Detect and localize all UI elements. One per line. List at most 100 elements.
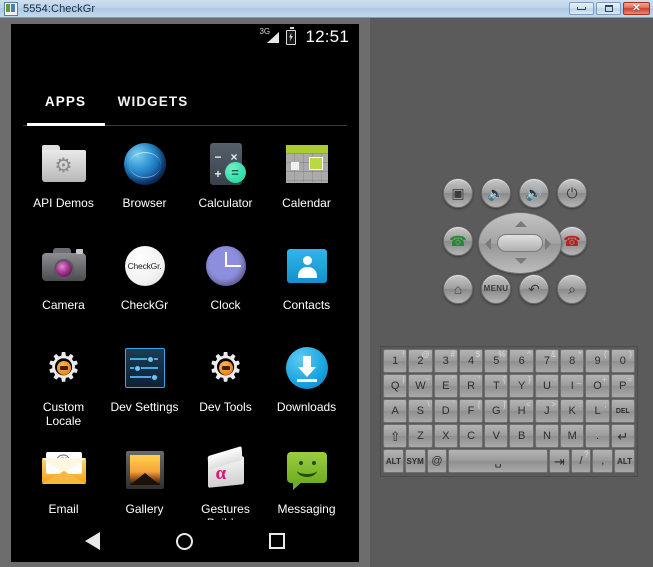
- key-d[interactable]: D `: [433, 399, 458, 423]
- maximize-icon: [604, 5, 613, 12]
- key-s[interactable]: S \: [408, 399, 433, 423]
- dpad-center-button[interactable]: [497, 234, 543, 252]
- keyboard-row-bottom-letters: ⇧ Z X C V B N M . ↵: [383, 424, 635, 448]
- key-q[interactable]: Q |: [383, 374, 408, 398]
- key-p[interactable]: P =: [610, 374, 635, 398]
- key-3[interactable]: 3 #: [433, 349, 458, 373]
- key-space[interactable]: ␣: [448, 449, 548, 473]
- key-shift[interactable]: ⇧: [383, 424, 408, 448]
- dpad-up-icon[interactable]: [515, 221, 527, 227]
- app-label: Browser: [122, 196, 167, 210]
- gallery-icon: [121, 446, 169, 494]
- key-g[interactable]: G]: [484, 399, 509, 423]
- back-button[interactable]: ↶: [519, 274, 549, 304]
- key-j[interactable]: J >: [534, 399, 560, 423]
- key-f[interactable]: F[: [458, 399, 484, 423]
- key-tab[interactable]: ⇥: [548, 449, 570, 473]
- app-item-dev-settings[interactable]: Dev Settings: [104, 340, 185, 442]
- key-comma[interactable]: ,: [592, 449, 614, 473]
- key-6[interactable]: 6 ^: [509, 349, 534, 373]
- key-1[interactable]: 1!: [383, 349, 408, 373]
- dpad-left-icon[interactable]: [485, 238, 491, 250]
- calculator-icon: − × + =: [202, 140, 250, 188]
- home-button[interactable]: ⌂: [443, 274, 473, 304]
- key-sym[interactable]: SYM: [404, 449, 426, 473]
- app-item-clock[interactable]: Clock: [185, 238, 266, 340]
- key-alt-right[interactable]: ALT: [614, 449, 635, 473]
- home-icon[interactable]: [176, 532, 193, 550]
- app-item-downloads[interactable]: Downloads: [266, 340, 347, 442]
- key-b[interactable]: B: [509, 424, 534, 448]
- key-w[interactable]: W ~: [408, 374, 433, 398]
- dev-tools-icon: ⚙: [202, 344, 250, 392]
- key-l[interactable]: L;: [585, 399, 610, 423]
- search-button[interactable]: ⌕: [557, 274, 587, 304]
- key-enter[interactable]: ↵: [610, 424, 635, 448]
- app-item-calculator[interactable]: − × + = Calculator: [185, 136, 266, 238]
- camera-icon: [40, 242, 88, 290]
- recents-icon[interactable]: [269, 533, 285, 549]
- key-at[interactable]: @: [426, 449, 448, 473]
- volume-down-button[interactable]: 🔉: [481, 178, 511, 208]
- app-item-camera[interactable]: Camera: [23, 238, 104, 340]
- key-y[interactable]: Y}: [509, 374, 534, 398]
- key-r[interactable]: R ': [458, 374, 484, 398]
- dpad-right-icon[interactable]: [545, 238, 551, 250]
- key-z[interactable]: Z: [408, 424, 433, 448]
- messaging-icon: [283, 446, 331, 494]
- close-button[interactable]: ✕: [623, 2, 650, 15]
- key-5[interactable]: 5%: [484, 349, 509, 373]
- app-label: Calendar: [282, 196, 331, 210]
- key-delete[interactable]: DEL: [610, 399, 635, 423]
- tab-apps[interactable]: APPS: [23, 94, 108, 109]
- key-7[interactable]: 7 &: [534, 349, 560, 373]
- key-v[interactable]: V: [484, 424, 509, 448]
- key-a[interactable]: A: [383, 399, 408, 423]
- app-item-dev-tools[interactable]: ⚙ Dev Tools: [185, 340, 266, 442]
- app-item-calendar[interactable]: Calendar: [266, 136, 347, 238]
- key-4[interactable]: 4 $: [458, 349, 484, 373]
- hardware-button-cluster: ▣ 🔉 🔊 ⏻ ☎ ☎ ⌂ MENU ↶ ⌕: [378, 158, 648, 328]
- key-x[interactable]: X: [433, 424, 458, 448]
- camera-button[interactable]: ▣: [443, 178, 473, 208]
- key-i[interactable]: I _: [560, 374, 585, 398]
- key-8[interactable]: 8 *: [560, 349, 585, 373]
- maximize-button[interactable]: [596, 2, 621, 15]
- key-o[interactable]: O +: [585, 374, 610, 398]
- key-u[interactable]: U-: [534, 374, 560, 398]
- call-button[interactable]: ☎: [443, 226, 473, 256]
- back-icon[interactable]: [85, 532, 100, 550]
- app-item-browser[interactable]: Browser: [104, 136, 185, 238]
- device-screen[interactable]: 3G 12:51 APPS WIDGETS ⚙ API Demos Browse…: [11, 24, 359, 562]
- key-0[interactable]: 0): [610, 349, 635, 373]
- key-k[interactable]: K:: [560, 399, 585, 423]
- app-item-checkgr[interactable]: CheckGr. CheckGr: [104, 238, 185, 340]
- app-item-custom-locale[interactable]: ⚙ Custom Locale: [23, 340, 104, 442]
- app-item-contacts[interactable]: Contacts: [266, 238, 347, 340]
- key-t[interactable]: T{: [484, 374, 509, 398]
- menu-button[interactable]: MENU: [481, 274, 511, 304]
- tab-widgets[interactable]: WIDGETS: [108, 94, 198, 109]
- key-2[interactable]: 2 @: [408, 349, 433, 373]
- dpad-down-icon[interactable]: [515, 258, 527, 264]
- app-item-api-demos[interactable]: ⚙ API Demos: [23, 136, 104, 238]
- key-9[interactable]: 9(: [585, 349, 610, 373]
- app-label: Calculator: [198, 196, 253, 210]
- key-m[interactable]: M: [560, 424, 585, 448]
- app-label: Dev Settings: [110, 400, 179, 414]
- key-n[interactable]: N: [534, 424, 560, 448]
- minimize-button[interactable]: [569, 2, 594, 15]
- key-e[interactable]: E ": [433, 374, 458, 398]
- key-period[interactable]: .: [585, 424, 610, 448]
- app-label: Camera: [42, 298, 85, 312]
- window-titlebar[interactable]: 5554:CheckGr ✕: [0, 0, 653, 18]
- contacts-icon: [283, 242, 331, 290]
- power-button[interactable]: ⏻: [557, 178, 587, 208]
- key-h[interactable]: H <: [509, 399, 534, 423]
- dpad[interactable]: [478, 212, 562, 274]
- key-c[interactable]: C: [458, 424, 484, 448]
- device-bezel: 3G 12:51 APPS WIDGETS ⚙ API Demos Browse…: [0, 18, 370, 567]
- volume-up-button[interactable]: 🔊: [519, 178, 549, 208]
- key-alt-left[interactable]: ALT: [383, 449, 404, 473]
- key-slash[interactable]: /?: [570, 449, 592, 473]
